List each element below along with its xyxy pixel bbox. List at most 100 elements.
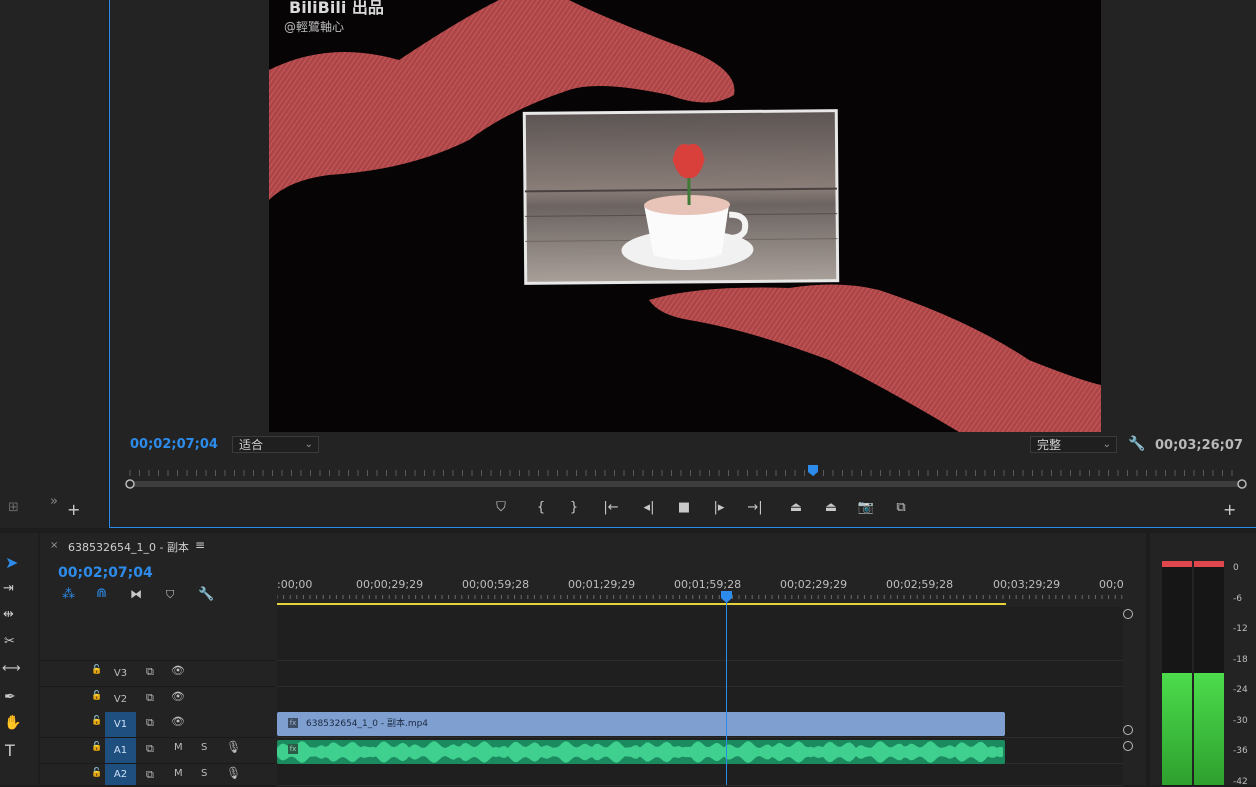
sync-lock-icon[interactable]: ⧉ — [146, 742, 154, 756]
solo-button[interactable]: S — [201, 742, 207, 753]
ruler-label: 00;03;29;29 — [993, 578, 1060, 591]
step-forward-button[interactable]: |▸ — [708, 498, 730, 518]
type-tool-icon[interactable]: T — [5, 741, 15, 760]
timeline-panel: × 638532654_1_0 - 副本 ≡ 00;02;07;04 ⁂ ⋒ ⧓… — [40, 533, 1146, 785]
microphone-icon[interactable]: 🎙 — [226, 740, 241, 754]
track-lane-v2[interactable] — [277, 687, 1123, 713]
export-frame-button[interactable]: 📷 — [855, 498, 877, 518]
db-scale-label: -42 — [1233, 777, 1248, 787]
fx-badge: fx — [288, 744, 298, 754]
compare-view-button[interactable]: ⧉ — [890, 498, 912, 518]
sync-lock-icon[interactable]: ⧉ — [146, 716, 154, 730]
meter-channel-left — [1162, 561, 1192, 785]
razor-tool-icon[interactable]: ✂ — [4, 634, 15, 649]
sequence-tab-title[interactable]: 638532654_1_0 - 副本 — [68, 539, 189, 555]
ripple-edit-tool-icon[interactable]: ⇹ — [3, 607, 14, 622]
timeline-timecode[interactable]: 00;02;07;04 — [58, 565, 153, 581]
ruler-label: 00;01;29;29 — [568, 578, 635, 591]
stop-button[interactable]: ■ — [673, 498, 695, 518]
ruler-label: 00;02;59;28 — [886, 578, 953, 591]
track-header-a1[interactable]: 🔓A1 ⧉ M S 🎙 — [40, 738, 276, 764]
nest-toggle-icon[interactable]: ⁂ — [62, 587, 75, 602]
mute-button[interactable]: M — [174, 768, 183, 779]
playback-resolution-value: 完整 — [1037, 438, 1061, 452]
lock-icon[interactable]: 🔓 — [91, 768, 102, 778]
ruler-label: 00;00;29;29 — [356, 578, 423, 591]
level-bar-left — [1162, 673, 1192, 785]
scroll-handle-right[interactable] — [1238, 480, 1246, 488]
track-lane-a2[interactable] — [277, 764, 1123, 786]
more-panels-icon[interactable]: » — [50, 494, 58, 509]
lock-icon[interactable]: 🔓 — [91, 665, 102, 675]
playback-resolution-select[interactable]: 完整 ⌄ — [1030, 436, 1117, 453]
ruler-label: 00;00;59;28 — [462, 578, 529, 591]
step-back-button[interactable]: ◂| — [638, 498, 660, 518]
lock-icon[interactable]: 🔓 — [91, 742, 102, 752]
panel-menu-icon[interactable]: ≡ — [195, 538, 205, 552]
playhead-timecode[interactable]: 00;02;07;04 — [130, 437, 218, 452]
zoom-fit-select[interactable]: 适合 ⌄ — [232, 436, 319, 453]
add-marker-icon[interactable]: ⛉ — [166, 588, 174, 602]
track-header-v3[interactable]: 🔓V3 ⧉ 👁 — [40, 661, 276, 687]
monitor-playhead[interactable] — [808, 465, 818, 476]
eye-icon[interactable]: 👁 — [171, 690, 185, 703]
db-scale-label: -24 — [1233, 685, 1248, 695]
wrench-icon[interactable]: 🔧 — [1128, 436, 1145, 452]
snap-magnet-icon[interactable]: ⋒ — [96, 586, 107, 601]
close-tab-icon[interactable]: × — [50, 540, 58, 551]
panel-options-icon[interactable]: ⊞ — [8, 500, 19, 515]
sync-lock-icon[interactable]: ⧉ — [146, 691, 154, 705]
track-select-tool-icon[interactable]: ⇥ — [3, 581, 14, 596]
extract-button[interactable]: ⏏ — [820, 498, 842, 518]
track-header-v2[interactable]: 🔓V2 ⧉ 👁 — [40, 687, 276, 713]
eye-icon[interactable]: 👁 — [171, 664, 185, 677]
video-frame-image — [269, 0, 1101, 432]
sync-lock-icon[interactable]: ⧉ — [146, 768, 154, 782]
go-to-in-button[interactable]: |← — [600, 498, 622, 518]
level-bar-right — [1194, 673, 1224, 785]
timeline-settings-icon[interactable]: 🔧 — [198, 587, 214, 602]
button-editor-add-icon[interactable]: + — [1223, 500, 1236, 519]
track-lane-v3[interactable] — [277, 661, 1123, 687]
monitor-time-ruler[interactable] — [122, 462, 1248, 492]
mark-in-button[interactable]: { — [530, 498, 552, 518]
mark-out-button[interactable]: } — [563, 498, 585, 518]
linked-selection-icon[interactable]: ⧓ — [130, 587, 142, 601]
track-name-a2[interactable]: A2 — [105, 764, 136, 785]
track-header-v1[interactable]: 🔓V1 ⧉ 👁 — [40, 712, 276, 738]
track-name-v1[interactable]: V1 — [105, 712, 136, 737]
transport-controls: ⛉ {} |← ◂| ■ |▸ →| ⏏ ⏏ 📷 ⧉ — [490, 498, 920, 520]
lock-icon[interactable]: 🔓 — [91, 716, 102, 726]
solo-button[interactable]: S — [201, 768, 207, 779]
mute-button[interactable]: M — [174, 742, 183, 753]
lock-icon[interactable]: 🔓 — [91, 691, 102, 701]
track-name-a1[interactable]: A1 — [105, 738, 136, 763]
track-name-v3[interactable]: V3 — [105, 661, 136, 686]
eye-icon[interactable]: 👁 — [171, 715, 185, 728]
vscroll-top-handle[interactable] — [1123, 609, 1133, 619]
hand-tool-icon[interactable]: ✋ — [4, 715, 21, 731]
track-name-v2[interactable]: V2 — [105, 687, 136, 712]
sync-lock-icon[interactable]: ⧉ — [146, 665, 154, 679]
scroll-handle-left[interactable] — [126, 480, 134, 488]
pen-tool-icon[interactable]: ✒ — [4, 689, 16, 705]
selection-tool-icon[interactable]: ➤ — [5, 553, 18, 572]
track-header-empty — [40, 607, 276, 661]
slip-tool-icon[interactable]: ⟷ — [2, 661, 21, 676]
microphone-icon[interactable]: 🎙 — [226, 766, 241, 780]
vscroll-audio-handle[interactable] — [1123, 741, 1133, 751]
timeline-playhead[interactable] — [721, 591, 732, 603]
vscroll-video-handle[interactable] — [1123, 725, 1133, 735]
go-to-out-button[interactable]: →| — [744, 498, 766, 518]
video-clip[interactable]: fx 638532654_1_0 - 副本.mp4 — [277, 712, 1005, 736]
ruler-label: 00;01;59;28 — [674, 578, 741, 591]
track-header-a2[interactable]: 🔓A2 ⧉ M S 🎙 — [40, 764, 276, 786]
add-button[interactable]: + — [67, 500, 80, 519]
db-scale-label: -12 — [1233, 624, 1248, 634]
audio-clip[interactable]: fx — [277, 740, 1005, 764]
sequence-duration: 00;03;26;07 — [1155, 438, 1243, 453]
lift-button[interactable]: ⏏ — [785, 498, 807, 518]
timeline-playhead-line[interactable] — [726, 591, 727, 785]
ruler-label: 00;0 — [1099, 578, 1124, 591]
add-marker-button[interactable]: ⛉ — [490, 498, 512, 518]
